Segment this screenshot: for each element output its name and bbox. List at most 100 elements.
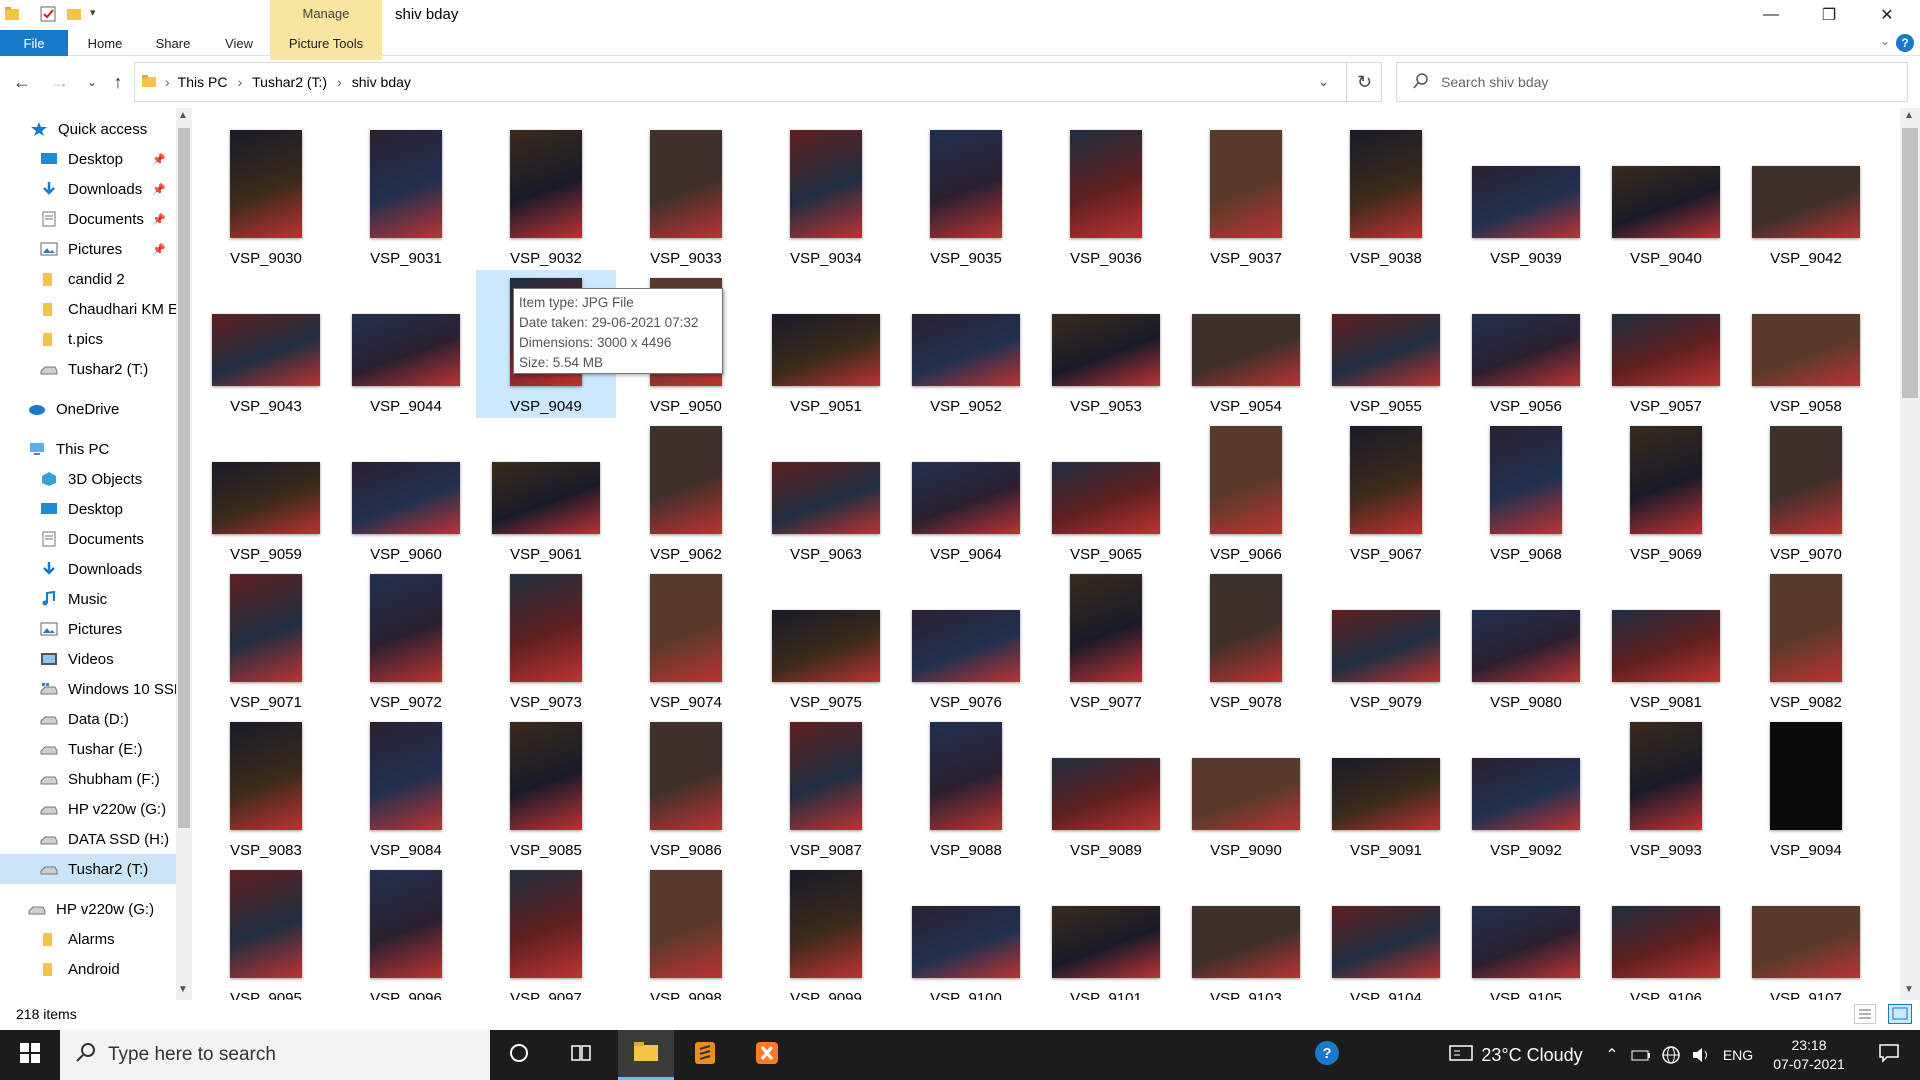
file-item[interactable]: VSP_9106 [1596, 862, 1736, 1000]
sidebar-item-tushar-e[interactable]: Tushar (E:) [0, 734, 176, 764]
image-thumbnail[interactable] [1332, 758, 1440, 830]
image-thumbnail[interactable] [772, 610, 880, 682]
sidebar-item-hp-v220w-g[interactable]: HP v220w (G:) [0, 894, 176, 924]
file-item[interactable]: VSP_9062 [616, 418, 756, 566]
back-button[interactable]: ← [10, 70, 34, 94]
help-icon[interactable]: ? [1896, 34, 1914, 52]
image-thumbnail[interactable] [1350, 426, 1422, 534]
breadcrumb-this-pc[interactable]: This PC [178, 74, 228, 90]
sidebar-item-android[interactable]: Android [0, 954, 176, 984]
image-thumbnail[interactable] [510, 574, 582, 682]
file-item[interactable]: VSP_9079 [1316, 566, 1456, 714]
image-thumbnail[interactable] [930, 130, 1002, 238]
customize-qat-icon[interactable]: ▾ [90, 6, 106, 22]
file-item[interactable]: VSP_9081 [1596, 566, 1736, 714]
image-thumbnail[interactable] [230, 722, 302, 830]
file-item[interactable]: VSP_9060 [336, 418, 476, 566]
breadcrumb-tushar2[interactable]: Tushar2 (T:) [252, 74, 327, 90]
file-item[interactable]: VSP_9063 [756, 418, 896, 566]
image-thumbnail[interactable] [790, 722, 862, 830]
image-thumbnail[interactable] [1612, 314, 1720, 386]
new-folder-icon[interactable] [66, 6, 82, 22]
start-button[interactable] [0, 1030, 60, 1080]
image-thumbnail[interactable] [1472, 906, 1580, 978]
image-thumbnail[interactable] [510, 722, 582, 830]
file-item[interactable]: VSP_9040 [1596, 122, 1736, 270]
file-item[interactable]: VSP_9061 [476, 418, 616, 566]
image-thumbnail[interactable] [230, 870, 302, 978]
file-item[interactable]: VSP_9089 [1036, 714, 1176, 862]
image-thumbnail[interactable] [212, 462, 320, 534]
file-item[interactable]: VSP_9051 [756, 270, 896, 418]
image-thumbnail[interactable] [1770, 574, 1842, 682]
taskbar-xampp-app[interactable] [742, 1030, 792, 1080]
file-item[interactable]: VSP_9077 [1036, 566, 1176, 714]
address-bar[interactable]: › This PC › Tushar2 (T:) › shiv bday ⌄ [134, 62, 1382, 102]
image-thumbnail[interactable] [1770, 426, 1842, 534]
sidebar-item-data-ssd-h[interactable]: DATA SSD (H:) [0, 824, 176, 854]
image-thumbnail[interactable] [1472, 166, 1580, 238]
sidebar-item-documents[interactable]: Documents [0, 524, 176, 554]
image-thumbnail[interactable] [1612, 166, 1720, 238]
close-button[interactable]: ✕ [1858, 0, 1916, 30]
sidebar-item-pictures[interactable]: Pictures 📌 [0, 234, 176, 264]
file-item[interactable]: VSP_9105 [1456, 862, 1596, 1000]
sidebar-item-tushar2-t[interactable]: Tushar2 (T:) [0, 854, 176, 884]
properties-icon[interactable] [40, 6, 56, 22]
image-thumbnail[interactable] [650, 722, 722, 830]
file-item[interactable]: VSP_9036 [1036, 122, 1176, 270]
sidebar-item-music[interactable]: Music [0, 584, 176, 614]
file-item[interactable]: VSP_9054 [1176, 270, 1316, 418]
file-item[interactable]: VSP_9075 [756, 566, 896, 714]
address-dropdown-icon[interactable]: ⌄ [1318, 74, 1329, 90]
image-thumbnail[interactable] [650, 574, 722, 682]
tab-home[interactable]: Home [78, 30, 132, 56]
sidebar-item-chaudhari-km-er[interactable]: Chaudhari KM Er [0, 294, 176, 324]
file-item[interactable]: VSP_9058 [1736, 270, 1876, 418]
large-icons-view-icon[interactable] [1888, 1004, 1912, 1024]
taskbar-file-explorer[interactable] [618, 1030, 674, 1080]
scroll-up-icon[interactable]: ▲ [1904, 110, 1914, 121]
volume-icon[interactable] [1688, 1030, 1714, 1080]
image-thumbnail[interactable] [1612, 906, 1720, 978]
image-thumbnail[interactable] [1630, 722, 1702, 830]
image-thumbnail[interactable] [1472, 610, 1580, 682]
file-item[interactable]: VSP_9073 [476, 566, 616, 714]
image-thumbnail[interactable] [1752, 906, 1860, 978]
image-thumbnail[interactable] [212, 314, 320, 386]
file-item[interactable]: VSP_9055 [1316, 270, 1456, 418]
notification-button[interactable] [1864, 1030, 1914, 1080]
image-thumbnail[interactable] [1770, 722, 1842, 830]
sidebar-item-downloads[interactable]: Downloads 📌 [0, 174, 176, 204]
file-item[interactable]: VSP_9038 [1316, 122, 1456, 270]
file-item[interactable]: VSP_9066 [1176, 418, 1316, 566]
restore-button[interactable]: ❐ [1800, 0, 1858, 30]
forward-button[interactable]: → [48, 70, 72, 94]
image-thumbnail[interactable] [790, 130, 862, 238]
weather-widget[interactable]: 23°C Cloudy [1436, 1030, 1596, 1080]
navigation-scroll-thumb[interactable] [178, 128, 190, 828]
file-item[interactable]: VSP_9085 [476, 714, 616, 862]
image-thumbnail[interactable] [510, 870, 582, 978]
file-item[interactable]: VSP_9072 [336, 566, 476, 714]
sidebar-item-t-pics[interactable]: t.pics [0, 324, 176, 354]
image-thumbnail[interactable] [1490, 426, 1562, 534]
file-item[interactable]: VSP_9042 [1736, 122, 1876, 270]
image-thumbnail[interactable] [772, 314, 880, 386]
image-thumbnail[interactable] [1210, 574, 1282, 682]
file-item[interactable]: VSP_9044 [336, 270, 476, 418]
help-tray-button[interactable]: ? [1302, 1030, 1352, 1080]
file-item[interactable]: VSP_9069 [1596, 418, 1736, 566]
file-item[interactable]: VSP_9065 [1036, 418, 1176, 566]
file-item[interactable]: VSP_9088 [896, 714, 1036, 862]
file-item[interactable]: VSP_9080 [1456, 566, 1596, 714]
image-thumbnail[interactable] [1192, 758, 1300, 830]
image-thumbnail[interactable] [1070, 130, 1142, 238]
image-thumbnail[interactable] [1612, 610, 1720, 682]
recent-locations-button[interactable]: ⌄ [80, 70, 104, 94]
sidebar-item-downloads[interactable]: Downloads [0, 554, 176, 584]
image-thumbnail[interactable] [230, 574, 302, 682]
clock[interactable]: 23:18 07-07-2021 [1764, 1030, 1854, 1080]
image-thumbnail[interactable] [370, 130, 442, 238]
cortana-button[interactable] [494, 1030, 544, 1080]
